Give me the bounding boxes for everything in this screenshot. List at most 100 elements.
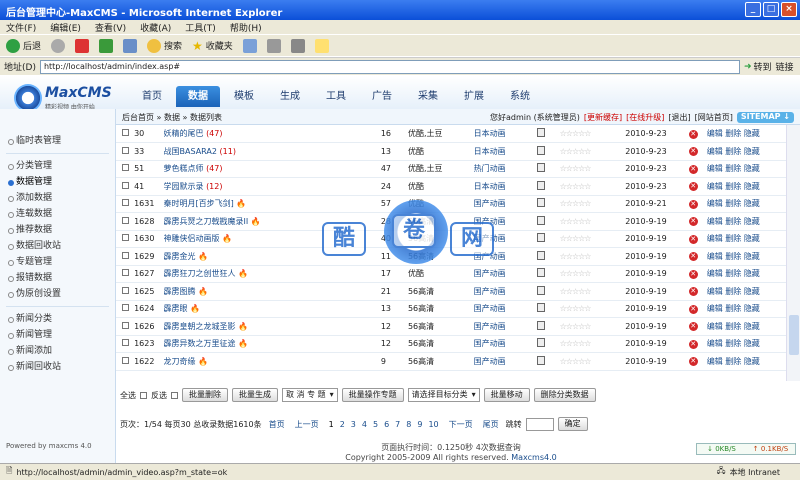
document-icon[interactable]: [536, 233, 545, 243]
invert-select-link[interactable]: 反选: [151, 390, 167, 401]
tab-system[interactable]: 系统: [498, 86, 542, 107]
row-category-link[interactable]: 国产动画: [473, 300, 537, 318]
forward-button[interactable]: [51, 38, 66, 53]
row-category-link[interactable]: 国产动画: [473, 282, 537, 301]
row-hide-link[interactable]: 隐藏: [744, 164, 760, 173]
page-number-link[interactable]: 5: [370, 420, 381, 429]
sidebar-item-data-manage[interactable]: 数据管理: [0, 174, 115, 190]
row-edit-link[interactable]: 编辑: [707, 252, 723, 261]
row-title-link[interactable]: 龙刀奇缘: [164, 357, 196, 366]
page-jump-input[interactable]: [525, 417, 554, 431]
document-icon[interactable]: [536, 355, 545, 365]
next-page-link[interactable]: 下一页: [446, 419, 476, 430]
sidebar-item-pseudo-original[interactable]: 伪原创设置: [0, 286, 115, 302]
sitemap-button[interactable]: SITEMAP ↓: [736, 112, 794, 123]
sidebar-item-add-data[interactable]: 添加数据: [0, 190, 115, 206]
row-title-link[interactable]: 霹雳金光: [164, 252, 196, 261]
sidebar-item-error-data[interactable]: 报错数据: [0, 270, 115, 286]
row-hide-link[interactable]: 隐藏: [744, 357, 760, 366]
delete-x-icon[interactable]: ✕: [688, 182, 698, 192]
row-title-link[interactable]: 秦时明月[百步飞剑]: [164, 199, 234, 208]
row-hide-link[interactable]: 隐藏: [744, 304, 760, 313]
page-number-link[interactable]: 2: [337, 420, 348, 429]
page-number-link[interactable]: 9: [414, 420, 425, 429]
delete-x-icon[interactable]: ✕: [688, 304, 698, 314]
scrollbar-thumb[interactable]: [789, 315, 799, 355]
row-delete-link[interactable]: 删除: [725, 217, 741, 226]
delete-x-icon[interactable]: ✕: [688, 287, 698, 297]
batch-move-button[interactable]: 批量移动: [483, 388, 530, 402]
menu-edit[interactable]: 编辑(E): [50, 21, 81, 34]
site-home-link[interactable]: [网站首页]: [695, 112, 733, 123]
row-edit-link[interactable]: 编辑: [707, 147, 723, 156]
row-edit-link[interactable]: 编辑: [707, 217, 723, 226]
row-edit-link[interactable]: 编辑: [707, 287, 723, 296]
row-edit-link[interactable]: 编辑: [707, 339, 723, 348]
row-category-link[interactable]: 日本动画: [473, 125, 537, 143]
row-rating-stars[interactable]: ☆☆☆☆☆: [559, 352, 626, 371]
row-hide-link[interactable]: 隐藏: [744, 234, 760, 243]
notes-button[interactable]: [314, 38, 329, 53]
row-edit-link[interactable]: 编辑: [707, 322, 723, 331]
row-hide-link[interactable]: 隐藏: [744, 322, 760, 331]
batch-generate-button[interactable]: 批量生成: [232, 388, 278, 402]
close-button[interactable]: ×: [781, 2, 797, 17]
invert-checkbox[interactable]: [171, 391, 178, 399]
edit-button[interactable]: [290, 38, 305, 53]
menu-tools[interactable]: 工具(T): [185, 21, 216, 34]
logout-link[interactable]: [退出]: [668, 112, 690, 123]
delete-x-icon[interactable]: ✕: [688, 357, 698, 367]
brand-link[interactable]: Maxcms4.0: [511, 453, 556, 462]
row-title-link[interactable]: 霹雳图腾: [164, 287, 196, 296]
row-edit-link[interactable]: 编辑: [707, 234, 723, 243]
batch-topic-button[interactable]: 批量操作专题: [341, 388, 404, 402]
row-checkbox[interactable]: [122, 286, 129, 294]
tab-template[interactable]: 模板: [222, 86, 266, 107]
maximize-button[interactable]: □: [763, 2, 779, 17]
menu-view[interactable]: 查看(V): [95, 21, 126, 34]
menu-file[interactable]: 文件(F): [6, 21, 36, 34]
delete-x-icon[interactable]: ✕: [688, 234, 698, 244]
tab-ads[interactable]: 广告: [360, 86, 404, 107]
delete-x-icon[interactable]: ✕: [688, 164, 698, 174]
row-title-link[interactable]: 霹雳狂刀之创世狂人: [164, 269, 236, 278]
row-checkbox[interactable]: [122, 181, 129, 189]
delete-x-icon[interactable]: ✕: [688, 269, 698, 279]
menu-favorites[interactable]: 收藏(A): [140, 21, 171, 34]
refresh-button[interactable]: [99, 38, 114, 53]
row-delete-link[interactable]: 删除: [725, 269, 741, 278]
tab-data[interactable]: 数据: [176, 86, 220, 107]
row-title-link[interactable]: 学园默示录: [164, 182, 204, 191]
row-rating-stars[interactable]: ☆☆☆☆☆: [559, 265, 626, 283]
sidebar-item-news-category[interactable]: 新闻分类: [0, 311, 115, 327]
row-checkbox[interactable]: [122, 129, 129, 136]
batch-delete-button[interactable]: 批量删除: [182, 388, 228, 402]
go-button[interactable]: ➜ 转到: [744, 60, 772, 74]
menu-help[interactable]: 帮助(H): [230, 21, 262, 34]
row-category-link[interactable]: 日本动画: [473, 177, 537, 196]
row-title-link[interactable]: 妖精的尾巴: [164, 129, 204, 138]
last-page-link[interactable]: 尾页: [480, 419, 502, 430]
tab-generate[interactable]: 生成: [268, 86, 312, 107]
update-cache-link[interactable]: [更新缓存]: [584, 112, 622, 123]
row-edit-link[interactable]: 编辑: [707, 269, 723, 278]
row-edit-link[interactable]: 编辑: [707, 304, 723, 313]
row-category-link[interactable]: 日本动画: [473, 142, 537, 161]
delete-x-icon[interactable]: ✕: [688, 147, 698, 157]
row-category-link[interactable]: 国产动画: [473, 335, 537, 353]
row-delete-link[interactable]: 删除: [725, 234, 741, 243]
tab-collect[interactable]: 采集: [406, 86, 450, 107]
row-checkbox[interactable]: [122, 199, 129, 207]
row-edit-link[interactable]: 编辑: [707, 164, 723, 173]
sidebar-item-news-add[interactable]: 新闻添加: [0, 343, 115, 359]
row-title-link[interactable]: 战国BASARA2: [164, 147, 217, 156]
row-delete-link[interactable]: 删除: [725, 129, 741, 138]
row-category-link[interactable]: 国产动画: [473, 317, 537, 336]
tab-tools[interactable]: 工具: [314, 86, 358, 107]
row-rating-stars[interactable]: ☆☆☆☆☆: [559, 212, 626, 231]
delete-x-icon[interactable]: ✕: [688, 129, 698, 139]
row-delete-link[interactable]: 删除: [725, 322, 741, 331]
row-title-link[interactable]: 霹雳皇朝之龙城圣影: [164, 322, 236, 331]
document-icon[interactable]: [536, 250, 545, 260]
row-checkbox[interactable]: [122, 304, 129, 312]
